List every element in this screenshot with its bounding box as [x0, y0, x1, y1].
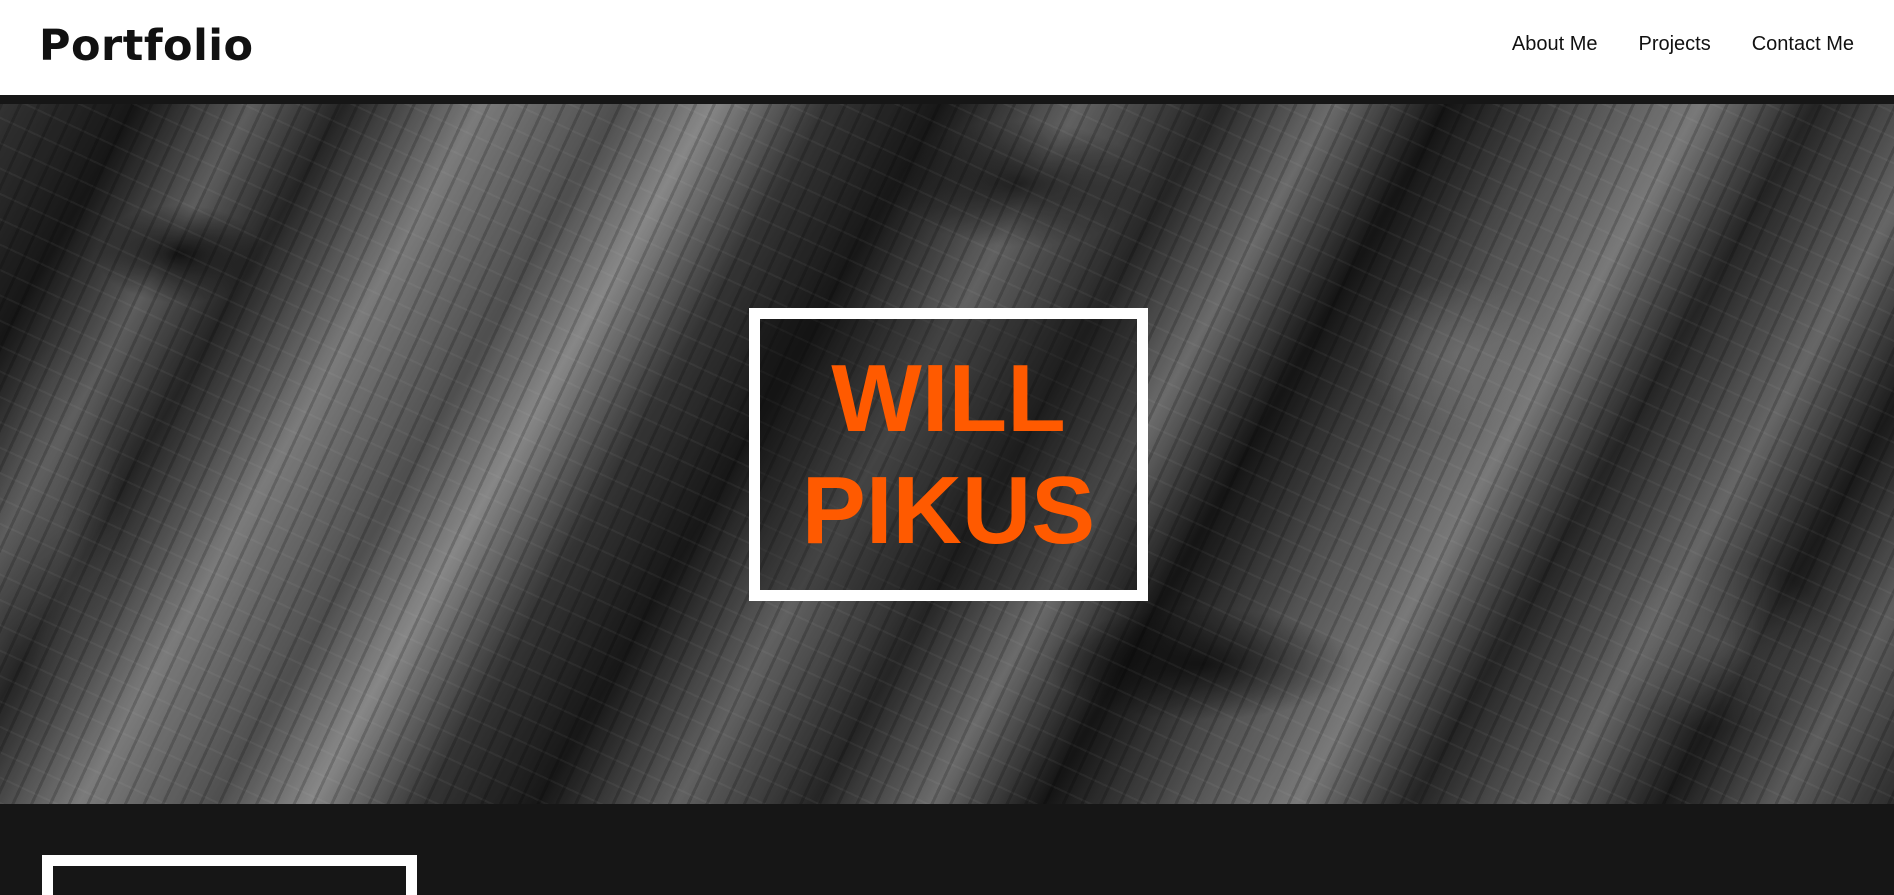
hero-title-frame: WILL PIKUS [749, 308, 1148, 601]
content-section [0, 804, 1894, 895]
nav-link-projects[interactable]: Projects [1638, 33, 1710, 56]
nav-link-contact-me[interactable]: Contact Me [1752, 33, 1854, 56]
brand-logo-link[interactable]: Portfolio [39, 21, 254, 71]
hero-title-last-name: PIKUS [801, 456, 1096, 564]
nav-link-about-me[interactable]: About Me [1512, 33, 1598, 56]
site-header: Portfolio About Me Projects Contact Me [0, 0, 1894, 95]
section-card-frame [42, 855, 417, 895]
hero-title-first-name: WILL [831, 344, 1066, 452]
main-nav: About Me Projects Contact Me [1512, 33, 1854, 56]
hero-banner: WILL PIKUS [0, 104, 1894, 804]
header-divider [0, 95, 1894, 104]
